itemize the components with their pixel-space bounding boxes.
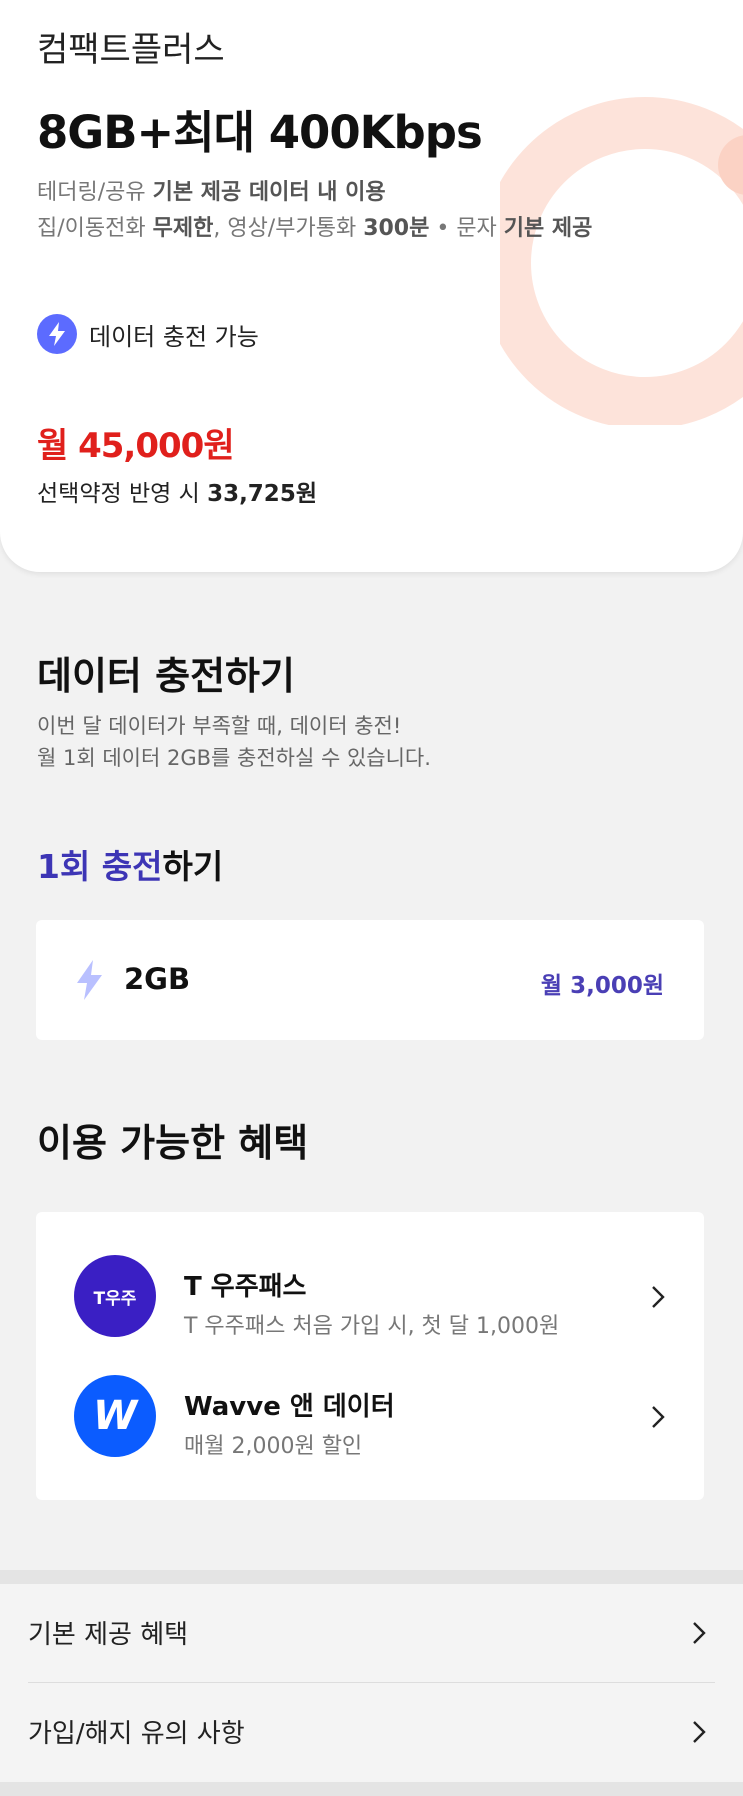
plan-desc-calls: 집/이동전화 무제한, 영상/부가통화 300분 • 문자 기본 제공 xyxy=(37,216,593,241)
recharge-desc-line2: 월 1회 데이터 2GB를 충전하실 수 있습니다. xyxy=(37,746,431,770)
benefit-item-wavve[interactable]: W Wavve 앤 데이터 매월 2,000원 할인 xyxy=(36,1356,704,1476)
chevron-right-icon xyxy=(693,1622,706,1644)
t-universe-logo-icon: T우주 xyxy=(74,1255,156,1337)
lightning-icon xyxy=(77,960,102,1000)
recharge-available-badge: 데이터 충전 가능 xyxy=(37,314,259,354)
section-divider xyxy=(0,1782,743,1796)
chevron-right-icon xyxy=(652,1286,665,1308)
plan-card: 컴팩트플러스 8GB+최대 400Kbps 테더링/공유 기본 제공 데이터 내… xyxy=(0,0,743,572)
chevron-right-icon xyxy=(693,1721,706,1743)
link-basic-benefits[interactable]: 기본 제공 혜택 xyxy=(0,1584,743,1683)
lightning-icon xyxy=(37,314,77,354)
contract-discount-price: 선택약정 반영 시 33,725원 xyxy=(37,481,317,507)
benefit-item-t-universe[interactable]: T우주 T 우주패스 T 우주패스 처음 가입 시, 첫 달 1,000원 xyxy=(36,1236,704,1356)
plan-name: 컴팩트플러스 xyxy=(37,30,225,70)
link-label: 가입/해지 유의 사항 xyxy=(28,1719,245,1749)
benefits-section-title: 이용 가능한 혜택 xyxy=(37,1121,309,1165)
recharge-available-label: 데이터 충전 가능 xyxy=(89,322,259,351)
monthly-price: 월 45,000원 xyxy=(37,426,235,466)
recharge-section-title: 데이터 충전하기 xyxy=(37,654,295,698)
benefit-name: Wavve 앤 데이터 xyxy=(184,1392,395,1422)
link-label: 기본 제공 혜택 xyxy=(28,1620,189,1650)
chevron-right-icon xyxy=(652,1406,665,1428)
section-divider xyxy=(0,1570,743,1584)
link-join-cancel-notice[interactable]: 가입/해지 유의 사항 xyxy=(0,1683,743,1781)
plan-data-amount: 8GB+최대 400Kbps xyxy=(37,106,483,159)
plan-desc-tethering: 테더링/공유 기본 제공 데이터 내 이용 xyxy=(37,180,386,205)
benefit-desc: T 우주패스 처음 가입 시, 첫 달 1,000원 xyxy=(184,1314,560,1339)
decorative-ring xyxy=(500,97,743,425)
bottom-links: 기본 제공 혜택 가입/해지 유의 사항 xyxy=(0,1584,743,1782)
recharge-option-2gb[interactable]: 2GB 월 3,000원 xyxy=(36,920,704,1040)
recharge-price: 월 3,000원 xyxy=(540,973,664,999)
benefit-desc: 매월 2,000원 할인 xyxy=(184,1434,363,1459)
wavve-logo-icon: W xyxy=(74,1375,156,1457)
one-time-recharge-title: 1회 충전하기 xyxy=(37,847,224,886)
recharge-amount: 2GB xyxy=(124,962,191,996)
benefits-list: T우주 T 우주패스 T 우주패스 처음 가입 시, 첫 달 1,000원 W … xyxy=(36,1212,704,1500)
benefit-name: T 우주패스 xyxy=(184,1272,307,1302)
recharge-desc-line1: 이번 달 데이터가 부족할 때, 데이터 충전! xyxy=(37,714,402,738)
